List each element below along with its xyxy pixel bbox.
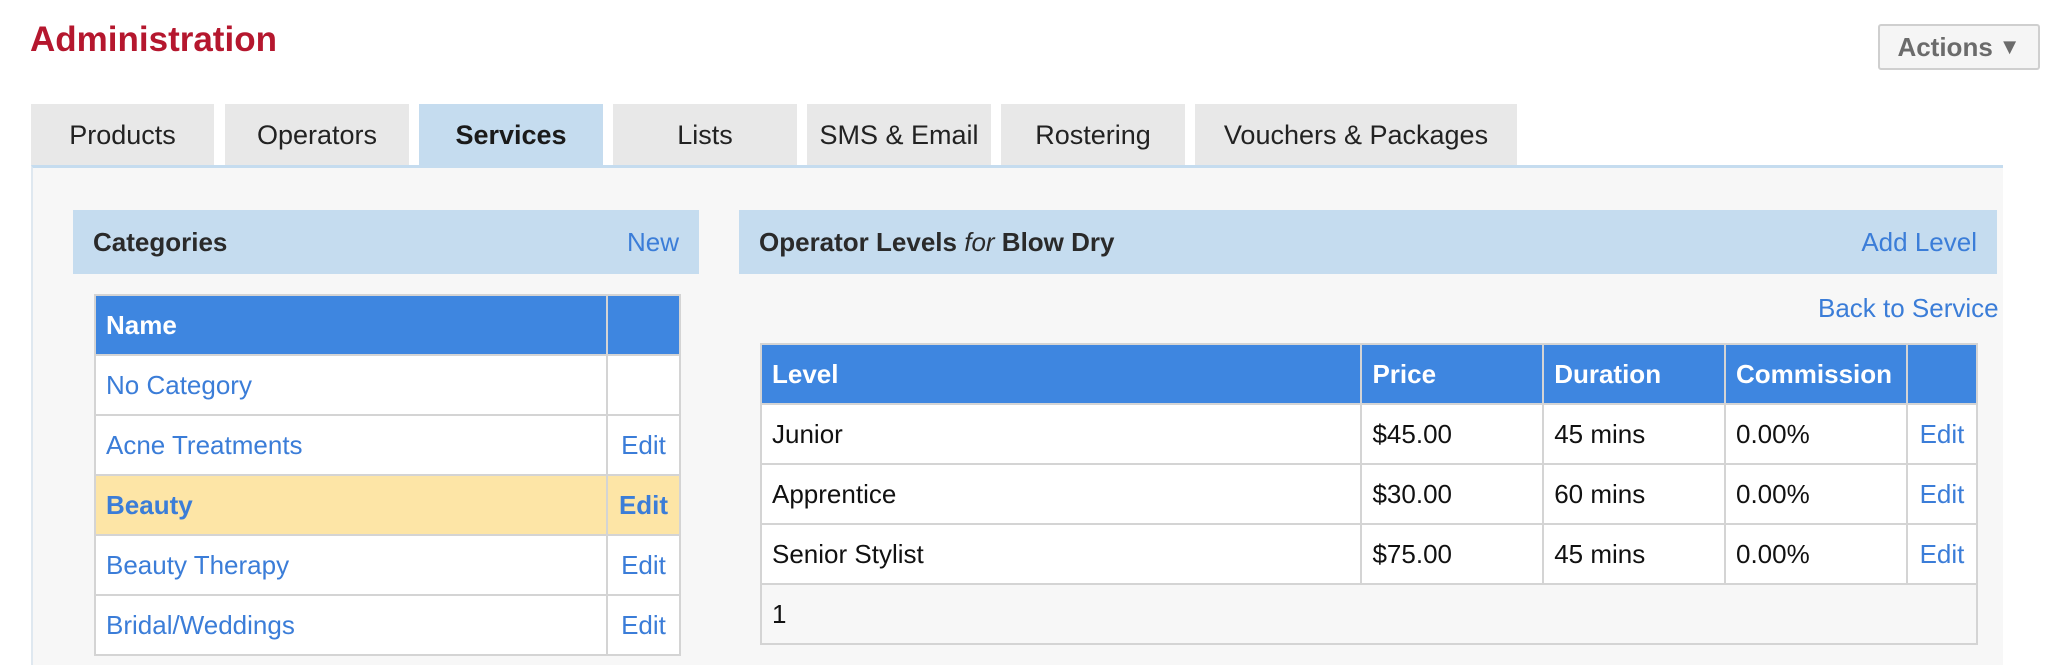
category-edit-link[interactable]: Edit (606, 474, 681, 536)
tab-operators[interactable]: Operators (225, 104, 409, 166)
column-header-commission: Commission (1724, 343, 1908, 405)
categories-table: Name No Category Acne Treatments Edit Be… (94, 294, 681, 656)
table-row: Apprentice $30.00 60 mins 0.00% Edit (759, 463, 1979, 525)
table-row[interactable]: No Category (94, 354, 681, 416)
tab-vouchers-packages[interactable]: Vouchers & Packages (1195, 104, 1517, 166)
level-duration: 60 mins (1542, 463, 1726, 525)
level-edit-link[interactable]: Edit (1905, 403, 1979, 465)
tab-products[interactable]: Products (31, 104, 214, 166)
column-header-level: Level (759, 343, 1363, 405)
category-name-link[interactable]: Acne Treatments (94, 414, 608, 476)
level-price: $45.00 (1360, 403, 1545, 465)
table-row-selected[interactable]: Beauty Edit (94, 474, 681, 536)
category-edit-cell (606, 354, 681, 416)
category-edit-link[interactable]: Edit (606, 534, 681, 596)
level-edit-link[interactable]: Edit (1905, 523, 1979, 585)
column-header-duration: Duration (1542, 343, 1726, 405)
operator-levels-header: Operator Levels for Blow Dry Add Level (739, 210, 1997, 274)
tab-sms-email[interactable]: SMS & Email (807, 104, 991, 166)
category-name-link[interactable]: Beauty Therapy (94, 534, 608, 596)
tab-rostering[interactable]: Rostering (1001, 104, 1185, 166)
page-number[interactable]: 1 (760, 583, 1978, 645)
category-edit-link[interactable]: Edit (606, 594, 681, 656)
category-name-link[interactable]: Beauty (94, 474, 608, 536)
operator-levels-title: Operator Levels for Blow Dry (759, 227, 1114, 258)
level-commission: 0.00% (1724, 463, 1908, 525)
table-header-row: Name (94, 294, 681, 356)
category-name-link[interactable]: Bridal/Weddings (94, 594, 608, 656)
level-commission: 0.00% (1724, 523, 1908, 585)
level-duration: 45 mins (1542, 523, 1726, 585)
title-prefix: Operator Levels (759, 226, 957, 257)
tab-services[interactable]: Services (419, 104, 603, 166)
column-header-actions (606, 294, 681, 356)
table-header-row: Level Price Duration Commission (759, 343, 1979, 405)
level-name: Junior (759, 403, 1363, 465)
service-name: Blow Dry (1001, 226, 1115, 257)
level-name: Senior Stylist (759, 523, 1363, 585)
pagination-row: 1 (760, 583, 1978, 645)
categories-header: Categories New (73, 210, 699, 274)
tab-lists[interactable]: Lists (613, 104, 797, 166)
level-commission: 0.00% (1724, 403, 1908, 465)
table-row[interactable]: Acne Treatments Edit (94, 414, 681, 476)
category-name-link[interactable]: No Category (94, 354, 608, 416)
column-header-price: Price (1360, 343, 1545, 405)
page-title: Administration (30, 20, 277, 59)
new-category-link[interactable]: New (627, 227, 679, 258)
table-row: Senior Stylist $75.00 45 mins 0.00% Edit (759, 523, 1979, 585)
table-row[interactable]: Beauty Therapy Edit (94, 534, 681, 596)
actions-button[interactable]: Actions ▼ (1878, 24, 2040, 70)
column-header-actions (1905, 343, 1979, 405)
categories-title: Categories (93, 226, 228, 257)
title-for: for (964, 226, 995, 257)
triangle-down-icon: ▼ (1998, 34, 2021, 59)
level-price: $75.00 (1360, 523, 1545, 585)
level-price: $30.00 (1360, 463, 1545, 525)
level-name: Apprentice (759, 463, 1363, 525)
actions-label: Actions (1897, 31, 1993, 62)
level-duration: 45 mins (1542, 403, 1726, 465)
operator-levels-table: Level Price Duration Commission Junior $… (759, 343, 1979, 645)
level-edit-link[interactable]: Edit (1905, 463, 1979, 525)
add-level-link[interactable]: Add Level (1861, 227, 1977, 258)
back-to-service-link[interactable]: Back to Service (1818, 293, 1999, 324)
table-row: Junior $45.00 45 mins 0.00% Edit (759, 403, 1979, 465)
category-edit-link[interactable]: Edit (606, 414, 681, 476)
table-row[interactable]: Bridal/Weddings Edit (94, 594, 681, 656)
column-header-name: Name (94, 294, 608, 356)
services-panel: Categories New Name No Category Acne Tre… (31, 165, 2003, 665)
